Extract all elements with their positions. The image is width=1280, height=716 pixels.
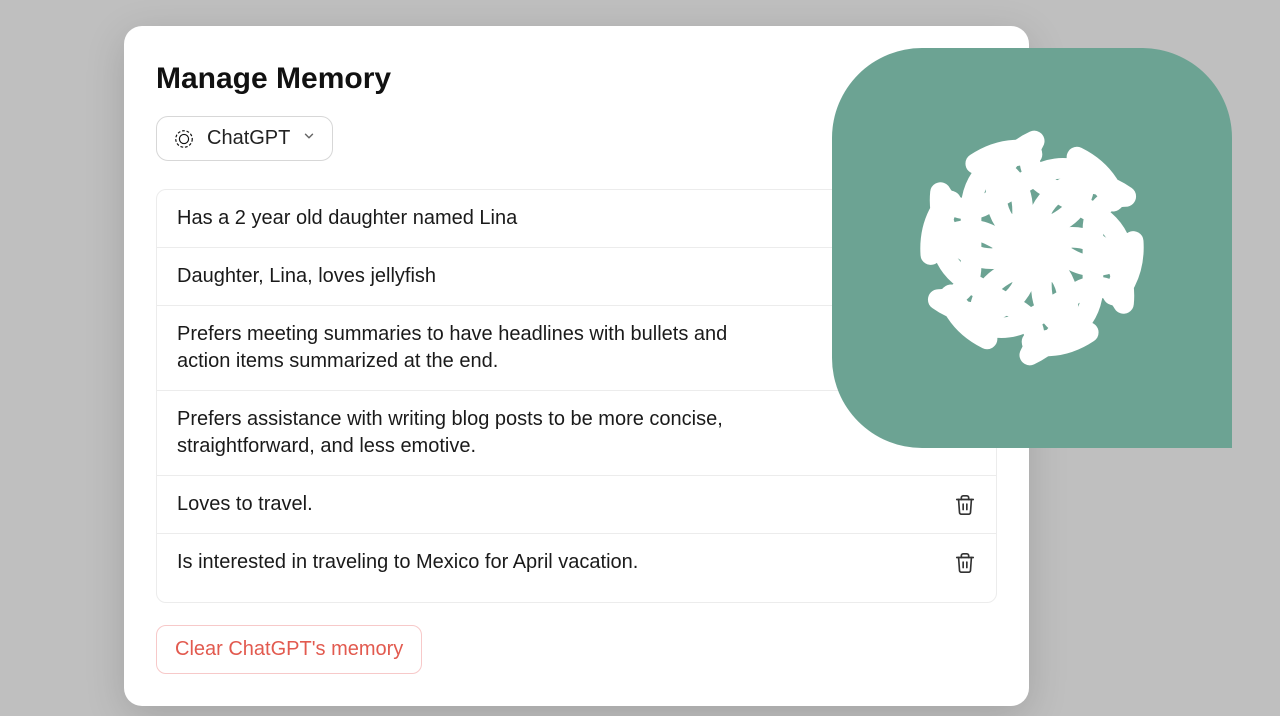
memory-text: Prefers assistance with writing blog pos… xyxy=(177,406,767,460)
memory-text: Is interested in traveling to Mexico for… xyxy=(177,549,767,576)
openai-logo-large xyxy=(832,48,1232,448)
memory-text: Daughter, Lina, loves jellyfish xyxy=(177,263,767,290)
memory-text: Loves to travel. xyxy=(177,491,767,518)
memory-item: Loves to travel. xyxy=(157,476,996,534)
model-selector[interactable]: ChatGPT xyxy=(156,116,333,161)
model-selector-label: ChatGPT xyxy=(207,127,290,150)
memory-item: Is interested in traveling to Mexico for… xyxy=(157,534,996,591)
clear-memory-button[interactable]: Clear ChatGPT's memory xyxy=(156,625,422,674)
chevron-down-icon xyxy=(302,129,316,148)
openai-icon xyxy=(173,128,195,150)
memory-text: Prefers meeting summaries to have headli… xyxy=(177,321,767,375)
trash-icon[interactable] xyxy=(954,552,976,574)
memory-text: Has a 2 year old daughter named Lina xyxy=(177,205,767,232)
trash-icon[interactable] xyxy=(954,494,976,516)
